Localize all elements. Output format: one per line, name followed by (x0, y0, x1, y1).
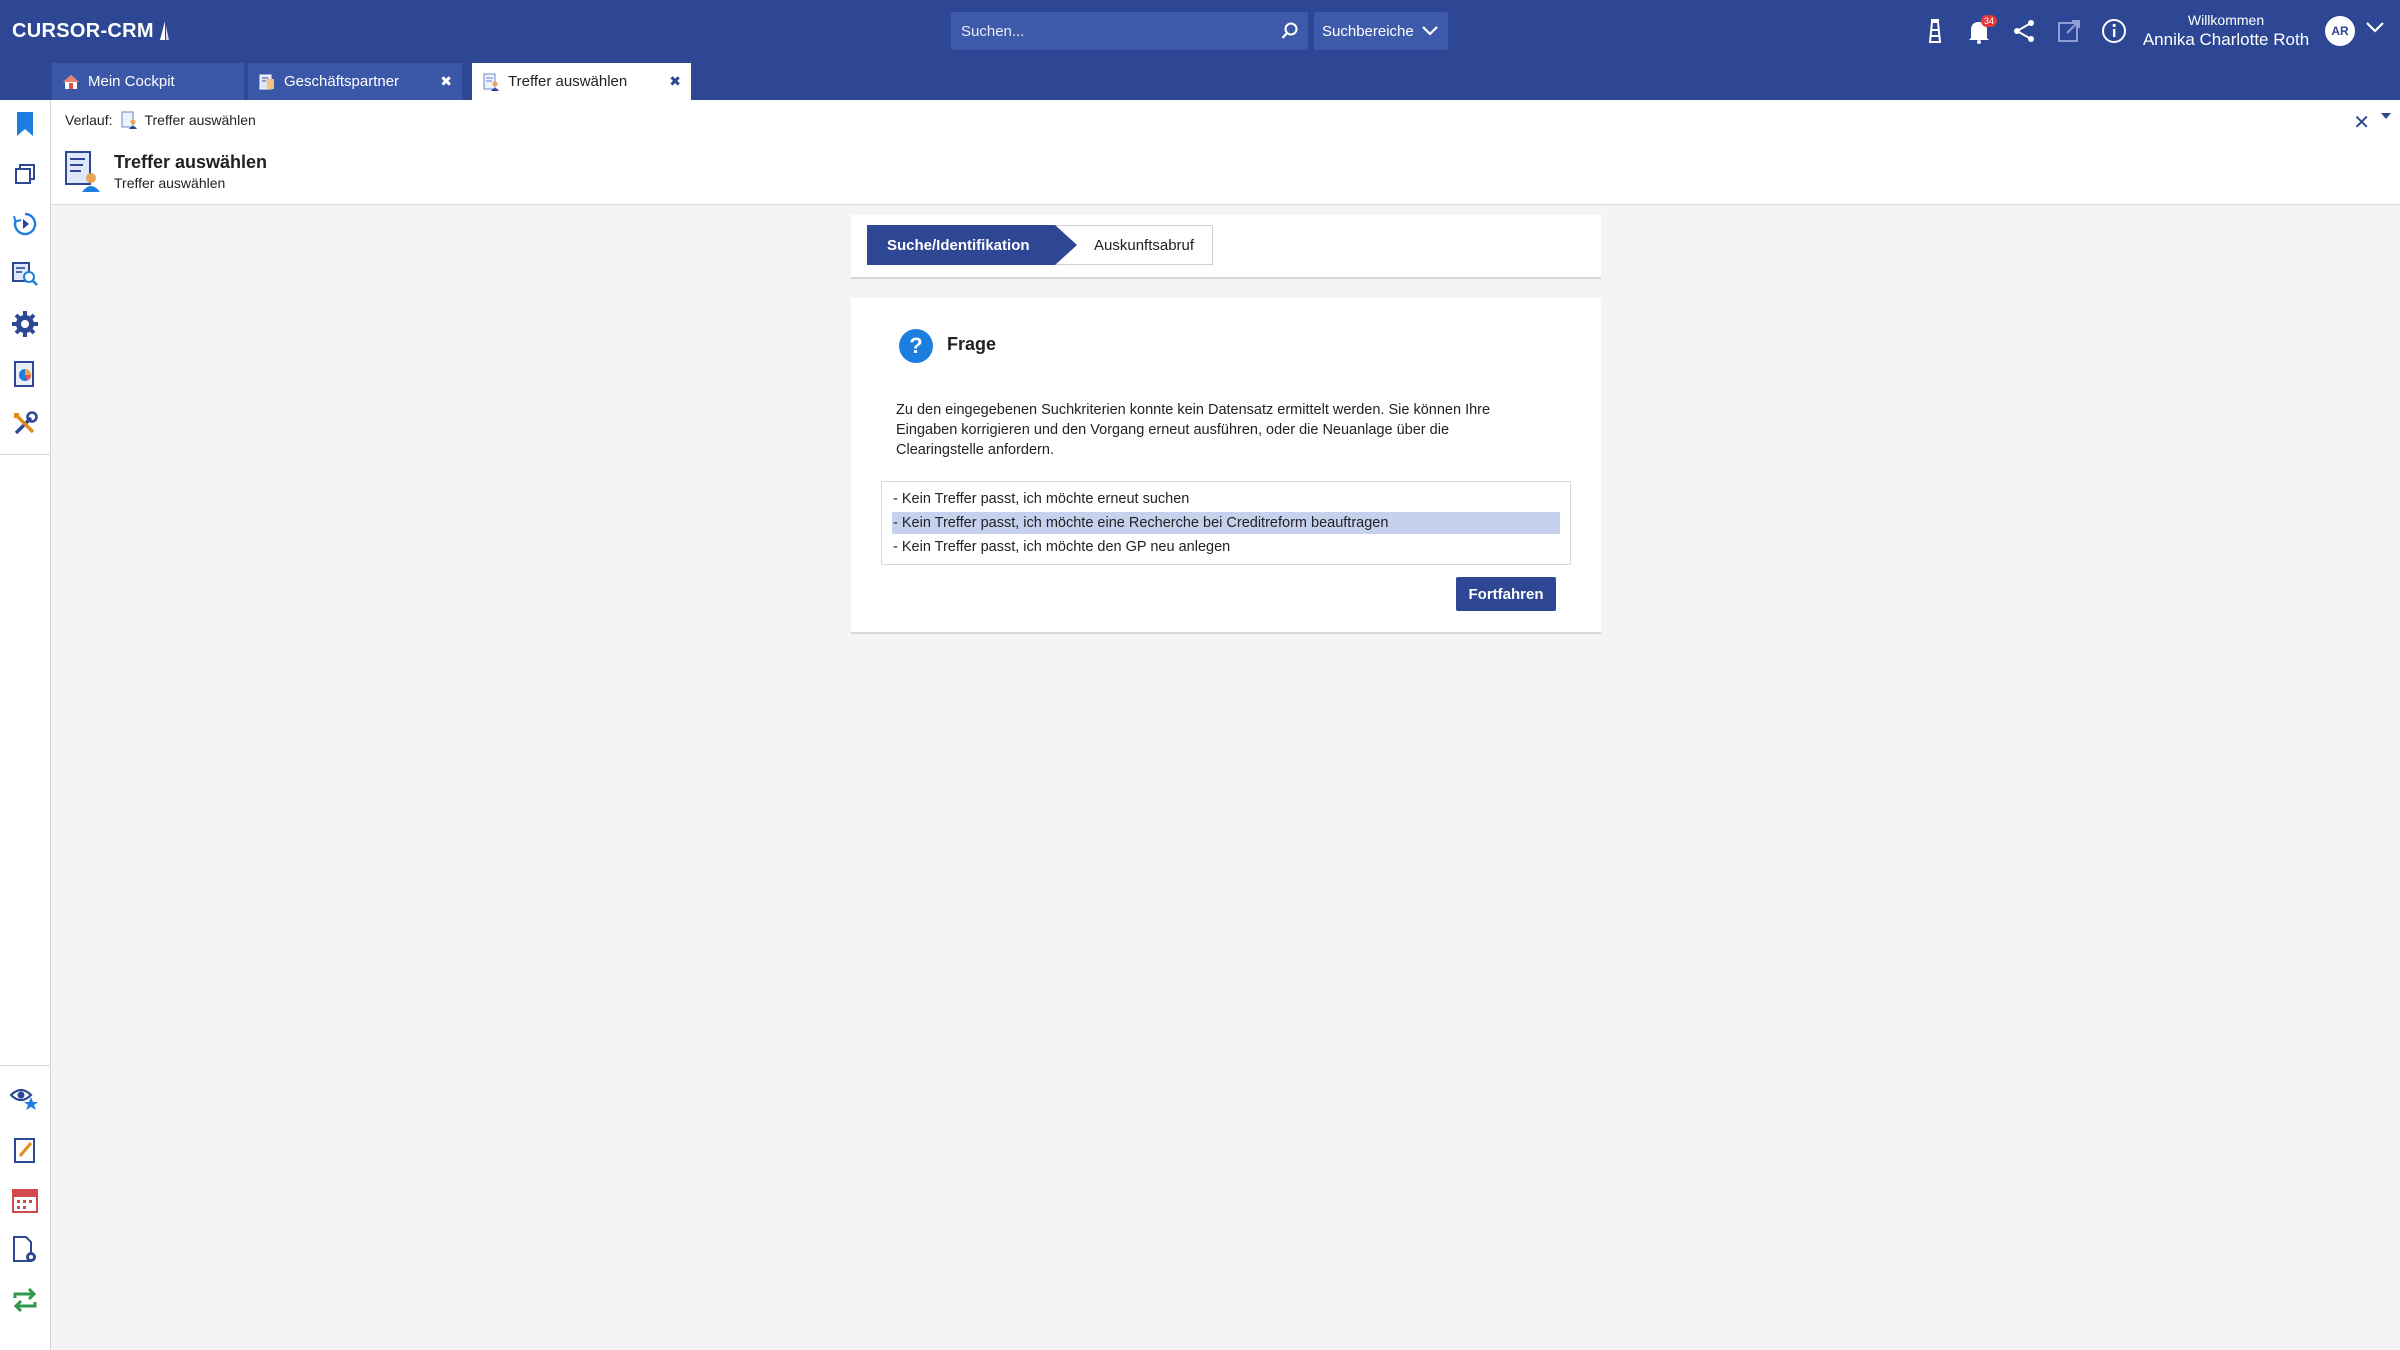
report-icon[interactable] (9, 358, 41, 390)
app-logo[interactable]: CURSOR-CRM (12, 16, 170, 46)
lighthouse-icon[interactable] (1919, 15, 1951, 47)
external-link-icon[interactable] (2053, 15, 2085, 47)
option-item[interactable]: - Kein Treffer passt, ich möchte den GP … (892, 536, 1560, 558)
tab-label: Treffer auswählen (508, 73, 628, 90)
notification-bell-icon[interactable]: 34 (1963, 15, 1998, 47)
welcome-label: Willkommen (2187, 12, 2265, 28)
home-icon (63, 74, 79, 89)
page-subtitle: Treffer auswählen (114, 175, 226, 191)
sidebar-divider (0, 454, 50, 455)
step-suche-identifikation[interactable]: Suche/Identifikation (867, 225, 1077, 265)
calendar-icon[interactable] (9, 1184, 41, 1216)
edit-note-icon[interactable] (9, 1134, 41, 1166)
close-icon[interactable]: ✖ (440, 73, 452, 90)
sail-icon (159, 21, 169, 40)
chevron-down-icon[interactable] (2366, 22, 2384, 34)
search-document-icon[interactable] (9, 258, 41, 290)
avatar[interactable]: AR (2325, 16, 2355, 46)
close-icon[interactable]: ✕ (2353, 110, 2370, 135)
logo-text: CURSOR-CRM (12, 19, 154, 42)
breadcrumb-item[interactable]: Treffer auswählen (120, 111, 256, 129)
tab-label: Geschäftspartner (284, 73, 400, 90)
tab-mein-cockpit[interactable]: Mein Cockpit (52, 63, 244, 100)
settings-gear-icon[interactable] (9, 308, 41, 340)
document-settings-icon[interactable] (9, 1234, 41, 1266)
question-text: Zu den eingegebenen Suchkriterien konnte… (896, 402, 1491, 458)
global-search (951, 12, 1308, 50)
business-partner-icon (259, 74, 274, 89)
bookmark-icon[interactable] (9, 108, 41, 140)
sync-icon[interactable] (9, 1284, 41, 1316)
close-icon[interactable]: ✖ (669, 73, 681, 90)
question-title: Frage (947, 334, 997, 354)
history-icon[interactable] (9, 208, 41, 240)
breadcrumb-item-label: Treffer auswählen (144, 112, 256, 128)
page-header: Verlauf: Treffer auswählen Treffer auswä… (51, 100, 2400, 205)
caret-down-icon[interactable] (2380, 112, 2392, 120)
user-welcome: Willkommen Annika Charlotte Roth (2136, 10, 2316, 50)
sidebar (0, 100, 51, 1350)
option-list: - Kein Treffer passt, ich möchte erneut … (881, 481, 1571, 565)
question-panel: ? Frage Zu den eingegebenen Suchkriterie… (851, 298, 1601, 634)
tab-geschaeftspartner[interactable]: Geschäftspartner ✖ (248, 63, 462, 100)
tab-label: Mein Cockpit (88, 73, 175, 90)
option-item-selected[interactable]: - Kein Treffer passt, ich möchte eine Re… (892, 512, 1560, 534)
document-person-icon (483, 73, 499, 91)
tools-icon[interactable] (9, 408, 41, 440)
tab-treffer-auswaehlen[interactable]: Treffer auswählen ✖ (472, 63, 691, 100)
page-title: Treffer auswählen (114, 152, 268, 172)
breadcrumb-label: Verlauf: (65, 112, 113, 128)
watch-star-icon[interactable] (9, 1082, 41, 1114)
sidebar-divider (0, 1065, 50, 1066)
info-icon[interactable] (2098, 15, 2130, 47)
search-scope-dropdown[interactable]: Suchbereiche (1314, 12, 1448, 50)
document-person-icon (65, 151, 100, 192)
search-input[interactable] (951, 12, 1272, 50)
process-steps: Suche/Identifikation Auskunftsabruf (851, 215, 1601, 279)
continue-button[interactable]: Fortfahren (1456, 577, 1556, 611)
copy-window-icon[interactable] (9, 158, 41, 190)
notification-badge: 34 (1981, 15, 1998, 27)
search-scope-label: Suchbereiche (1322, 22, 1414, 40)
top-bar: CURSOR-CRM Suchbereiche 34 Willkommen An… (0, 0, 2400, 100)
chevron-down-icon (1422, 26, 1438, 36)
document-person-icon (121, 111, 138, 129)
share-icon[interactable] (2008, 15, 2040, 47)
user-name: Annika Charlotte Roth (2142, 30, 2310, 49)
question-icon: ? (899, 329, 933, 363)
option-item[interactable]: - Kein Treffer passt, ich möchte erneut … (892, 488, 1560, 510)
search-icon[interactable] (1272, 13, 1308, 49)
breadcrumb: Verlauf: Treffer auswählen (65, 111, 256, 129)
